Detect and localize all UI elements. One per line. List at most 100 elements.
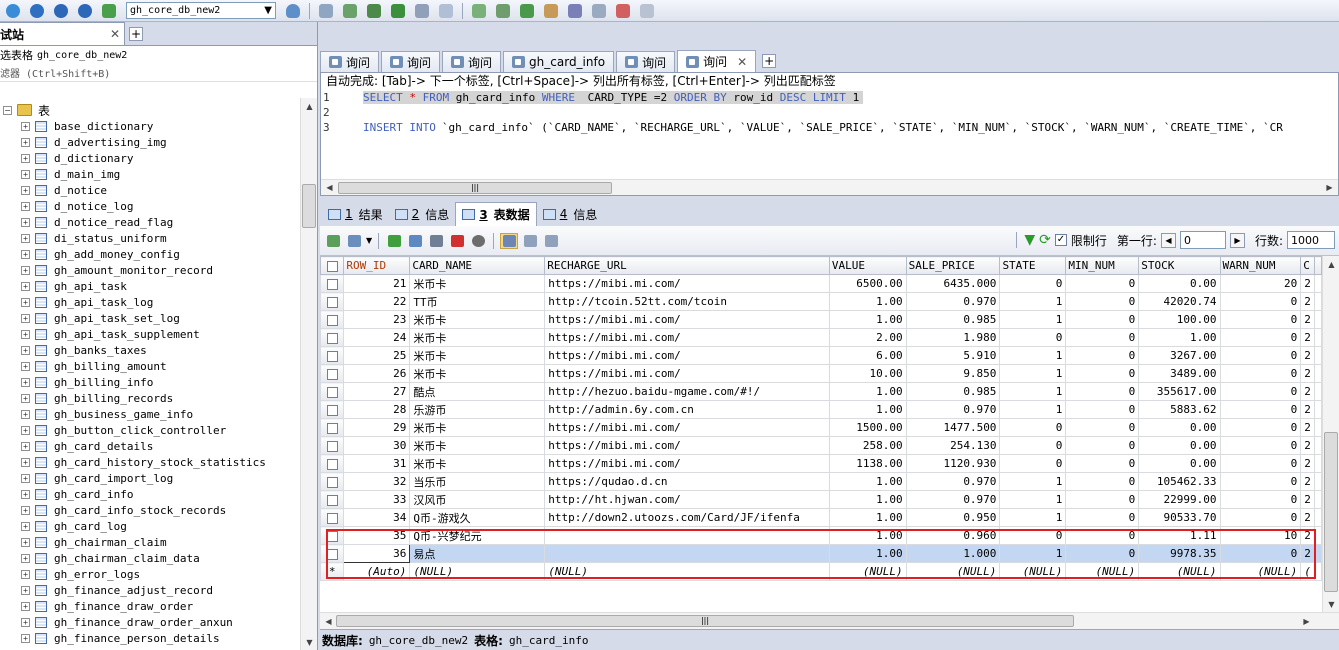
tree-item-table[interactable]: + gh_billing_info (0, 374, 300, 390)
table-cell[interactable]: 酷点 (409, 382, 546, 401)
table-cell[interactable]: 2 (1300, 400, 1315, 419)
tree-item-table[interactable]: + gh_api_task (0, 278, 300, 294)
table-cell[interactable]: 21 (343, 274, 411, 293)
column-header[interactable]: WARN_NUM (1219, 256, 1302, 275)
table-cell[interactable]: 1120.930 (905, 454, 1001, 473)
table-cell[interactable]: 0 (1219, 544, 1302, 563)
table-cell[interactable]: 1.00 (828, 526, 907, 545)
table-cell[interactable]: 0.970 (905, 400, 1001, 419)
table-cell[interactable]: 米币卡 (409, 274, 546, 293)
table-cell[interactable]: 1.00 (828, 490, 907, 509)
table-cell[interactable]: 23 (343, 310, 411, 329)
tree-item-table[interactable]: + gh_business_game_info (0, 406, 300, 422)
row-checkbox[interactable] (320, 346, 345, 365)
table-cell[interactable]: 0 (1219, 508, 1302, 527)
table-cell[interactable]: 0 (1065, 292, 1140, 311)
tables-folder-node[interactable]: − 表 (0, 102, 300, 118)
table-cell[interactable]: 3267.00 (1138, 346, 1221, 365)
table-cell[interactable]: https://qudao.d.cn (544, 472, 830, 491)
close-icon[interactable]: ✕ (110, 27, 120, 41)
column-header[interactable]: STATE (999, 256, 1067, 275)
row-checkbox[interactable] (320, 292, 345, 311)
table-cell[interactable]: 2 (1300, 274, 1315, 293)
expand-icon[interactable]: + (21, 345, 30, 355)
result-tab[interactable]: 4 信息 (537, 202, 604, 226)
table-cell[interactable]: 2 (1300, 508, 1315, 527)
select-all-checkbox[interactable] (320, 256, 345, 275)
table-cell[interactable]: 2 (1300, 382, 1315, 401)
tree-item-table[interactable]: + gh_finance_draw_order (0, 598, 300, 614)
table-cell[interactable]: 0 (1219, 454, 1302, 473)
row-checkbox[interactable] (320, 526, 345, 545)
table-row[interactable]: 33 汉风币 http://ht.hjwan.com/1.00 0.970 1 0 2299… (320, 490, 1322, 509)
table-cell[interactable]: 2 (1300, 328, 1315, 347)
table-cell[interactable]: 0 (1065, 526, 1140, 545)
copy-icon[interactable] (411, 2, 433, 20)
duplicate-row-icon[interactable] (406, 233, 424, 249)
new-query-icon[interactable] (98, 2, 120, 20)
table-cell[interactable]: http://hezuo.baidu-mgame.com/#!/ (544, 382, 830, 401)
table-cell[interactable]: 2 (1300, 436, 1315, 455)
expand-icon[interactable]: + (21, 521, 30, 531)
table-cell[interactable]: 25 (343, 346, 411, 365)
table-cell[interactable]: 258.00 (828, 436, 907, 455)
column-header[interactable]: C (1300, 256, 1315, 275)
code-line[interactable]: 1 SELECT * FROM gh_card_info WHERE CARD_… (321, 90, 1338, 105)
table-cell[interactable]: 5.910 (905, 346, 1001, 365)
table-cell[interactable]: 0 (1065, 418, 1140, 437)
column-header[interactable]: CARD_NAME (409, 256, 546, 275)
table-cell[interactable]: 1 (999, 382, 1067, 401)
query-tab[interactable]: gh_card_info (503, 51, 615, 72)
expand-icon[interactable]: + (21, 553, 30, 563)
tree-item-table[interactable]: + d_advertising_img (0, 134, 300, 150)
table-cell[interactable]: 1500.00 (828, 418, 907, 437)
row-checkbox[interactable] (320, 328, 345, 347)
table-cell[interactable]: 355617.00 (1138, 382, 1221, 401)
schema-icon[interactable] (468, 2, 490, 20)
table-cell[interactable]: (NULL) (828, 562, 907, 581)
layout-icon[interactable] (636, 2, 658, 20)
back-icon[interactable] (50, 2, 72, 20)
column-header[interactable]: MIN_NUM (1065, 256, 1140, 275)
table-cell[interactable]: 0 (999, 454, 1067, 473)
table-cell[interactable]: 6435.000 (905, 274, 1001, 293)
table-cell[interactable]: 2 (1300, 472, 1315, 491)
column-header[interactable]: VALUE (828, 256, 907, 275)
table-cell[interactable]: https://mibi.mi.com/ (544, 346, 830, 365)
new-connection-button[interactable]: + (129, 27, 143, 41)
tree-item-table[interactable]: + gh_finance_adjust_record (0, 582, 300, 598)
row-checkbox[interactable] (320, 382, 345, 401)
table-cell[interactable]: 1 (999, 310, 1067, 329)
table-cell[interactable]: 0 (1065, 508, 1140, 527)
table-cell[interactable]: 90533.70 (1138, 508, 1221, 527)
table-cell[interactable]: 1.000 (905, 544, 1001, 563)
table-row[interactable]: 28 乐游币 http://admin.6y.com.cn 1.00 0.970 1 0 58… (320, 400, 1322, 419)
import-icon[interactable] (339, 2, 361, 20)
scroll-up-icon[interactable]: ▲ (1323, 256, 1339, 272)
table-cell[interactable]: 0.960 (905, 526, 1001, 545)
table-cell[interactable]: 2 (1300, 364, 1315, 383)
table-cell[interactable]: http://ht.hjwan.com/ (544, 490, 830, 509)
tree-item-table[interactable]: + gh_api_task_supplement (0, 326, 300, 342)
first-row-input[interactable]: 0 (1179, 231, 1226, 249)
expand-icon[interactable]: + (21, 633, 30, 643)
expand-icon[interactable]: + (21, 505, 30, 515)
expand-icon[interactable]: + (21, 537, 30, 547)
table-row[interactable]: 30 米币卡 https://mibi.mi.com/258.00 254.130 0 0… (320, 436, 1322, 455)
table-cell[interactable]: 2 (1300, 310, 1315, 329)
table-cell[interactable]: 9.850 (905, 364, 1001, 383)
table-cell[interactable]: 33 (343, 490, 411, 509)
table-cell[interactable]: 30 (343, 436, 411, 455)
expand-icon[interactable]: + (21, 297, 30, 307)
table-cell[interactable]: 42020.74 (1138, 292, 1221, 311)
table-cell[interactable]: 1 (999, 346, 1067, 365)
table-cell[interactable]: 0 (999, 274, 1067, 293)
insert-row-icon[interactable] (385, 233, 403, 249)
table-cell[interactable]: (NULL) (544, 562, 830, 581)
table-row[interactable]: 31 米币卡 https://mibi.mi.com/1138.00 1120.930… (320, 454, 1322, 473)
row-checkbox[interactable] (320, 490, 345, 509)
expand-icon[interactable]: + (21, 201, 30, 211)
table-cell[interactable]: 3489.00 (1138, 364, 1221, 383)
table-cell[interactable]: Q币-游戏久 (409, 508, 546, 527)
tree-item-table[interactable]: + gh_button_click_controller (0, 422, 300, 438)
